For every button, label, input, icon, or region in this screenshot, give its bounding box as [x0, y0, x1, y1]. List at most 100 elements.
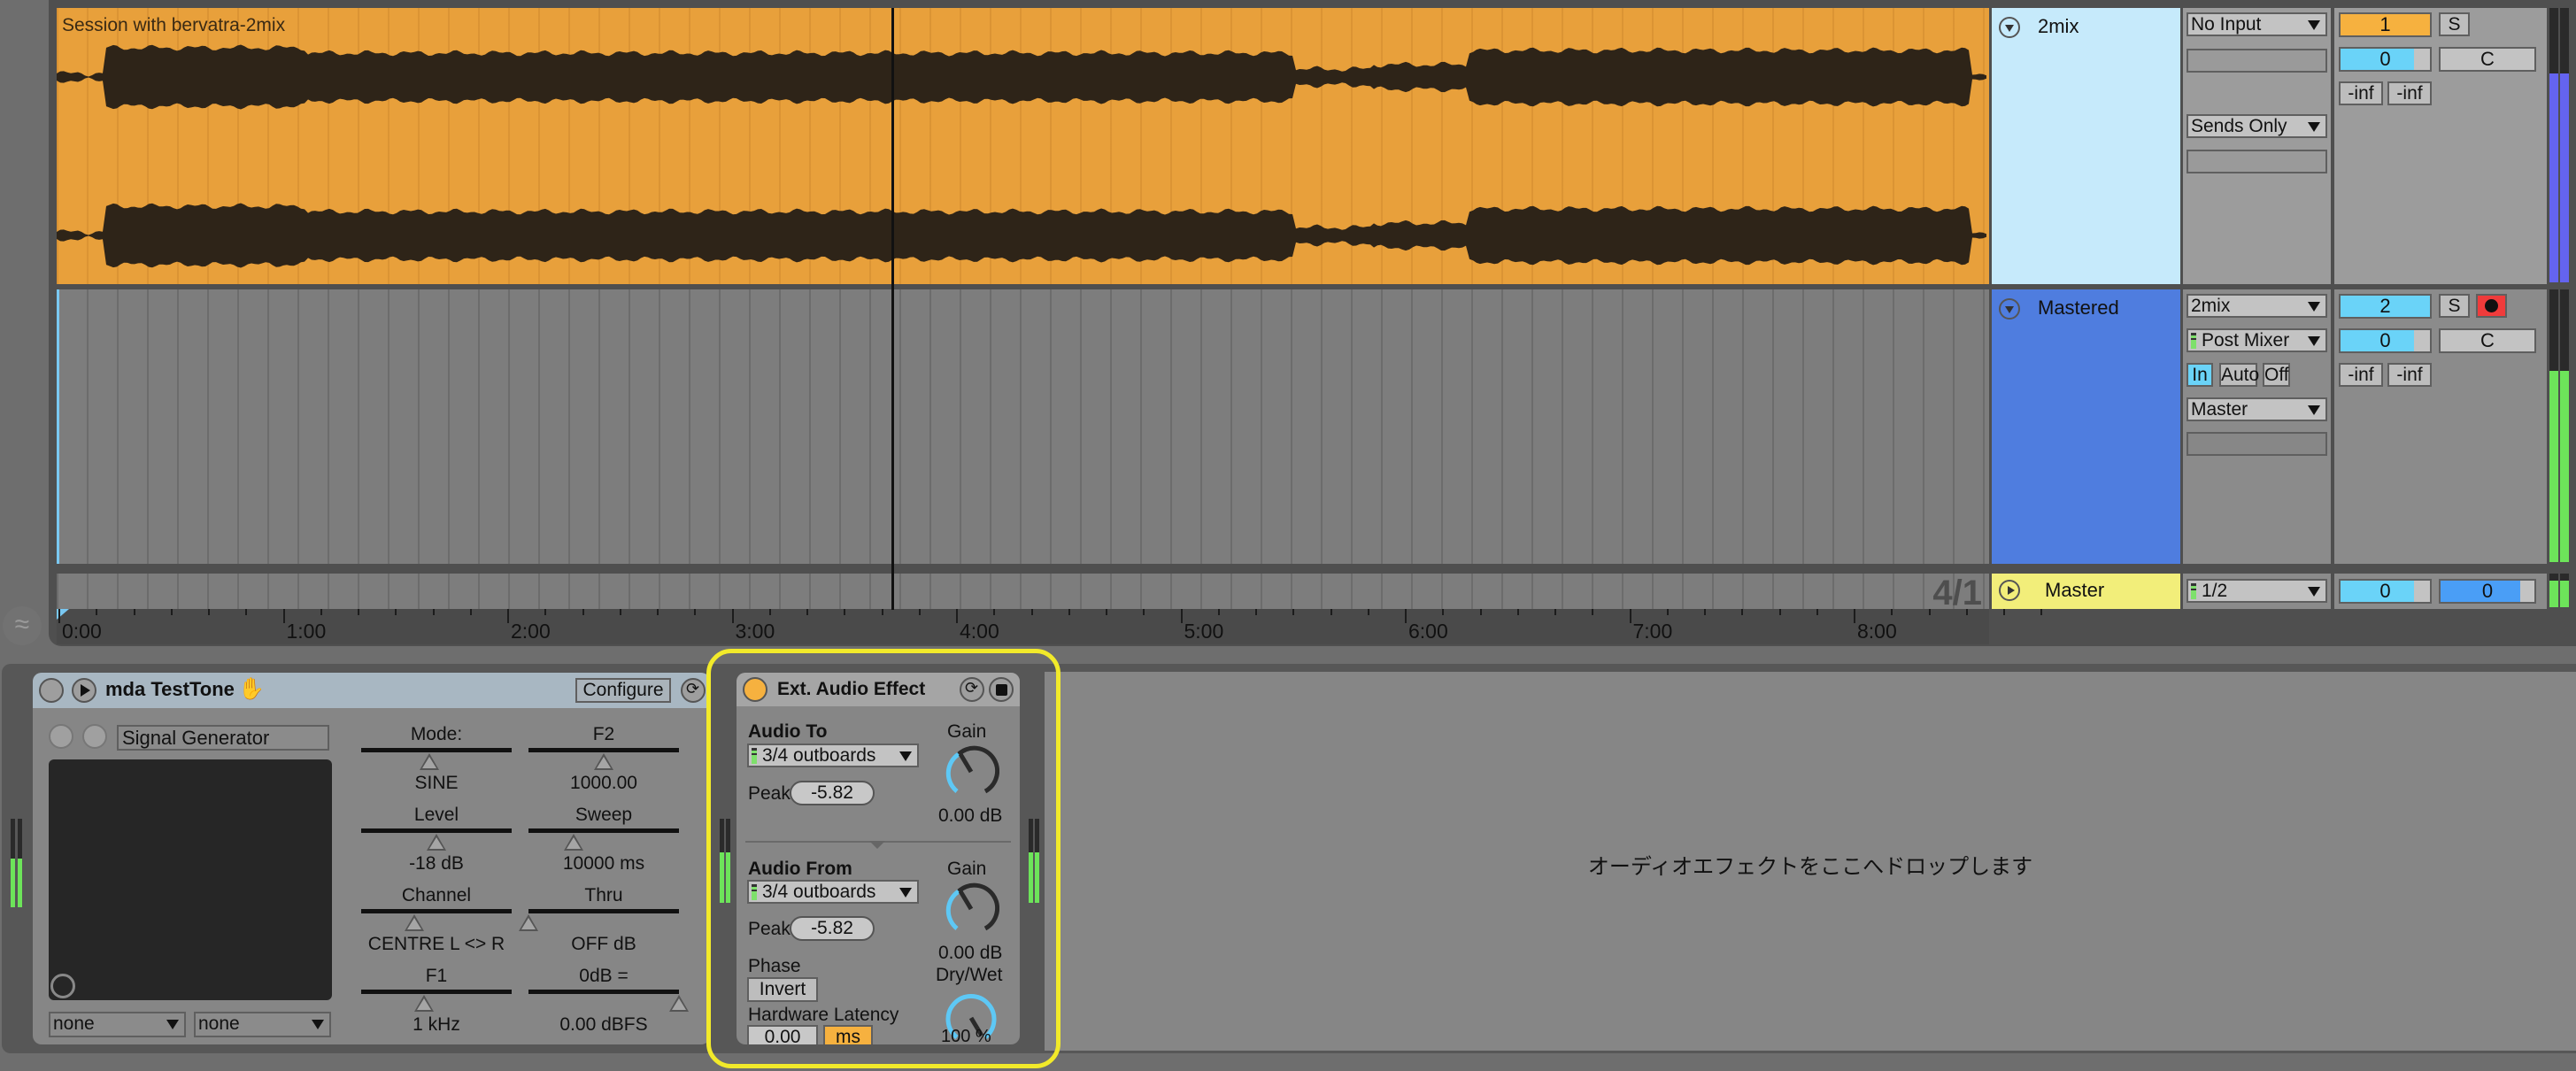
param-slider[interactable]	[528, 909, 679, 913]
device-header[interactable]: mda TestTone ✋ Configure ⟳	[33, 673, 710, 708]
audio-to-select[interactable]: 3/4 outboards	[747, 744, 919, 767]
track-header-master[interactable]: Master	[1992, 574, 2180, 609]
play-icon[interactable]	[72, 678, 96, 703]
monitor-auto-button[interactable]: Auto	[2219, 363, 2259, 387]
param-slider[interactable]	[361, 828, 512, 833]
track-lane-master[interactable]: 4/1	[57, 574, 1989, 613]
loop-start-edge	[57, 289, 59, 564]
gain-from-knob[interactable]	[943, 881, 999, 937]
slider-thumb[interactable]	[404, 914, 424, 931]
input-channel-select[interactable]	[2187, 49, 2327, 73]
track-header-2mix[interactable]: 2mix	[1992, 8, 2180, 284]
xy-x-select[interactable]: none	[49, 1012, 186, 1037]
input-type-select[interactable]: No Input	[2187, 12, 2327, 36]
track-lane-mastered[interactable]	[57, 289, 1989, 564]
save-icon[interactable]	[989, 677, 1014, 702]
device-between-meter	[720, 819, 743, 903]
view-toggle-wave-icon[interactable]: ≈	[3, 606, 42, 645]
param-slider[interactable]	[361, 748, 512, 752]
fold-icon[interactable]	[1999, 17, 2020, 38]
slider-thumb[interactable]	[564, 834, 583, 851]
slider-thumb[interactable]	[427, 834, 446, 851]
param-value: SINE	[414, 773, 459, 793]
meter-left	[11, 819, 15, 907]
latency-unit-toggle[interactable]: ms	[823, 1025, 873, 1044]
volume-fill	[2341, 49, 2414, 70]
cue-volume-slider[interactable]: 0	[2439, 579, 2536, 604]
volume-slider[interactable]: 0	[2339, 47, 2432, 72]
time-ruler[interactable]: 0:00 1:00 2:00 3:00 4:00 5:00 6:00 7:00 8:00	[57, 609, 2043, 644]
track-header-mastered[interactable]: Mastered	[1992, 289, 2180, 564]
track-activator[interactable]: 2	[2339, 294, 2432, 319]
volume-slider[interactable]: 0	[2339, 328, 2432, 353]
slider-thumb[interactable]	[594, 753, 613, 770]
arm-button[interactable]	[2476, 294, 2507, 318]
param-slider[interactable]	[528, 990, 679, 994]
track-number: 2	[2379, 295, 2391, 317]
meter-level	[2549, 371, 2558, 562]
input-type-select[interactable]: 2mix	[2187, 294, 2327, 318]
dropdown-arrow-icon	[2308, 587, 2320, 597]
track-name: Mastered	[2038, 297, 2119, 319]
solo-button[interactable]: S	[2439, 294, 2470, 318]
ruler-minor-tick	[432, 609, 435, 615]
audio-from-select[interactable]: 3/4 outboards	[747, 880, 919, 904]
replace-icon[interactable]: ⟳	[960, 677, 984, 702]
monitor-in-button[interactable]: In	[2187, 363, 2213, 387]
peak-left[interactable]: -inf	[2339, 363, 2383, 387]
device-activator[interactable]	[39, 678, 64, 703]
output-channel-select[interactable]: 1/2	[2187, 579, 2327, 603]
xy-y-select[interactable]: none	[194, 1012, 331, 1037]
meter-right	[18, 819, 22, 907]
audio-from-peak[interactable]: -5.82	[790, 916, 875, 941]
gain-to-knob[interactable]	[943, 744, 999, 800]
param-slider[interactable]	[361, 909, 512, 913]
peak-left[interactable]: -inf	[2339, 81, 2383, 105]
slider-thumb[interactable]	[419, 753, 439, 770]
meter-level	[11, 859, 15, 907]
param-slider[interactable]	[528, 748, 679, 752]
xy-handle[interactable]	[50, 974, 75, 998]
audio-to-peak[interactable]: -5.82	[790, 781, 875, 805]
param-label: 0dB =	[579, 966, 629, 986]
xy-pad[interactable]	[49, 759, 332, 1000]
monitor-off-button[interactable]: Off	[2263, 363, 2290, 387]
peak-right[interactable]: -inf	[2387, 81, 2432, 105]
device-header[interactable]: Ext. Audio Effect ⟳	[737, 673, 1020, 706]
track-activator[interactable]: 1	[2339, 12, 2432, 37]
output-type-select[interactable]: Sends Only	[2187, 114, 2327, 138]
fold-icon[interactable]	[1999, 298, 2020, 320]
slider-thumb[interactable]	[414, 995, 435, 1012]
master-volume-slider[interactable]: 0	[2339, 579, 2432, 604]
save-preset-icon[interactable]	[82, 724, 107, 749]
slider-thumb[interactable]	[519, 914, 538, 931]
meter-right	[2560, 8, 2569, 282]
gain-from-label: Gain	[947, 859, 987, 879]
pan-control[interactable]: C	[2439, 47, 2536, 72]
peak-right[interactable]: -inf	[2387, 363, 2432, 387]
configure-button[interactable]: Configure	[575, 678, 671, 703]
param-value: 1 kHz	[413, 1014, 460, 1035]
invert-button[interactable]: Invert	[747, 977, 818, 1002]
slider-thumb[interactable]	[669, 995, 689, 1012]
output-channel-select[interactable]	[2187, 432, 2327, 456]
peak-label: Peak	[748, 919, 791, 939]
solo-button[interactable]: S	[2439, 12, 2470, 36]
preset-name-field[interactable]: Signal Generator	[117, 725, 329, 751]
device-activator[interactable]	[743, 677, 767, 702]
folder-icon[interactable]	[49, 724, 73, 749]
latency-value-field[interactable]: 0.00	[747, 1025, 818, 1044]
param-value: 10000 ms	[562, 853, 645, 874]
input-channel-select[interactable]: Post Mixer	[2187, 328, 2327, 352]
output-channel-select[interactable]	[2187, 150, 2327, 173]
arrangement-view: Session with bervatra-2mix 4/1 0:00 1:00 2…	[0, 0, 2576, 651]
expand-icon[interactable]	[1999, 580, 2020, 601]
ruler-minor-tick	[1516, 609, 1519, 615]
param-slider[interactable]	[528, 828, 679, 833]
effect-drop-zone[interactable]: オーディオエフェクトをここへドロップします	[1045, 672, 2576, 1051]
output-type-select[interactable]: Master	[2187, 397, 2327, 421]
param-slider[interactable]	[361, 990, 512, 994]
pan-control[interactable]: C	[2439, 328, 2536, 353]
replace-icon[interactable]: ⟳	[681, 678, 706, 703]
audio-clip[interactable]: Session with bervatra-2mix	[57, 8, 1989, 284]
